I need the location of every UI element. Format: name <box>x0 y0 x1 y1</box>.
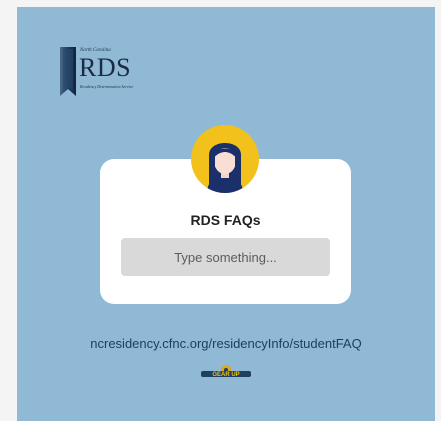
gear-up-logo: GEAR UP <box>201 365 251 378</box>
message-input[interactable] <box>121 238 330 276</box>
ribbon-icon <box>60 47 76 96</box>
user-avatar-icon <box>191 125 259 193</box>
logo-full-name: Residency Determination Service <box>80 84 134 89</box>
faq-url-link[interactable]: ncresidency.cfnc.org/residencyInfo/stude… <box>17 336 435 351</box>
card-title: RDS FAQs <box>190 212 261 228</box>
gear-up-text: GEAR UP <box>212 372 239 378</box>
rds-logo: North Carolina RDS Residency Determinati… <box>58 47 168 99</box>
bot-canvas: North Carolina RDS Residency Determinati… <box>17 7 435 421</box>
logo-acronym: RDS <box>79 53 132 82</box>
